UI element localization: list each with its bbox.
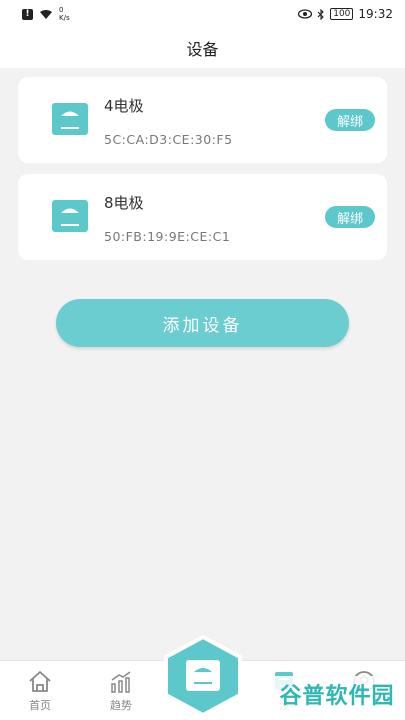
page-header: 设备 (0, 28, 405, 68)
device-name: 4电极 (104, 97, 144, 115)
home-icon (29, 671, 51, 692)
network-speed-unit: K/s (59, 14, 70, 22)
center-scale-button[interactable] (163, 635, 243, 717)
status-right: 100 19:32 (298, 7, 393, 21)
status-left: ! 0 K/s (22, 6, 70, 22)
tab-trend-label: 趋势 (110, 699, 132, 712)
network-speed: 0 K/s (59, 6, 70, 22)
unbind-button[interactable]: 解绑 (325, 109, 375, 131)
add-device-label: 添加设备 (162, 315, 243, 336)
battery-indicator: 100 (330, 8, 354, 20)
add-device-button[interactable]: 添加设备 (56, 299, 349, 347)
watermark: 谷普软件园 (275, 676, 399, 712)
page-title: 设备 (186, 40, 219, 59)
notification-alert-icon: ! (22, 8, 33, 20)
scale-icon (52, 200, 88, 232)
device-card[interactable]: 4电极 5C:CA:D3:CE:30:F5 解绑 (18, 77, 387, 163)
device-mac-address: 5C:CA:D3:CE:30:F5 (104, 132, 233, 147)
bluetooth-icon (317, 8, 324, 20)
scale-icon (52, 103, 88, 135)
network-speed-value: 0 (59, 6, 64, 14)
wifi-icon (40, 9, 52, 19)
device-card[interactable]: 8电极 50:FB:19:9E:CE:C1 解绑 (18, 174, 387, 260)
device-name: 8电极 (104, 194, 144, 212)
tab-home-label: 首页 (29, 699, 51, 712)
device-mac-address: 50:FB:19:9E:CE:C1 (104, 229, 231, 244)
eye-icon (298, 9, 313, 19)
tab-home[interactable]: 首页 (10, 669, 70, 713)
watermark-text: 谷普软件园 (279, 684, 395, 709)
scale-icon (186, 660, 220, 691)
status-bar: ! 0 K/s 100 19:32 (0, 0, 405, 28)
trend-icon (111, 671, 131, 693)
unbind-button[interactable]: 解绑 (325, 206, 375, 228)
tab-trend[interactable]: 趋势 (91, 669, 151, 713)
clock: 19:32 (358, 7, 393, 21)
